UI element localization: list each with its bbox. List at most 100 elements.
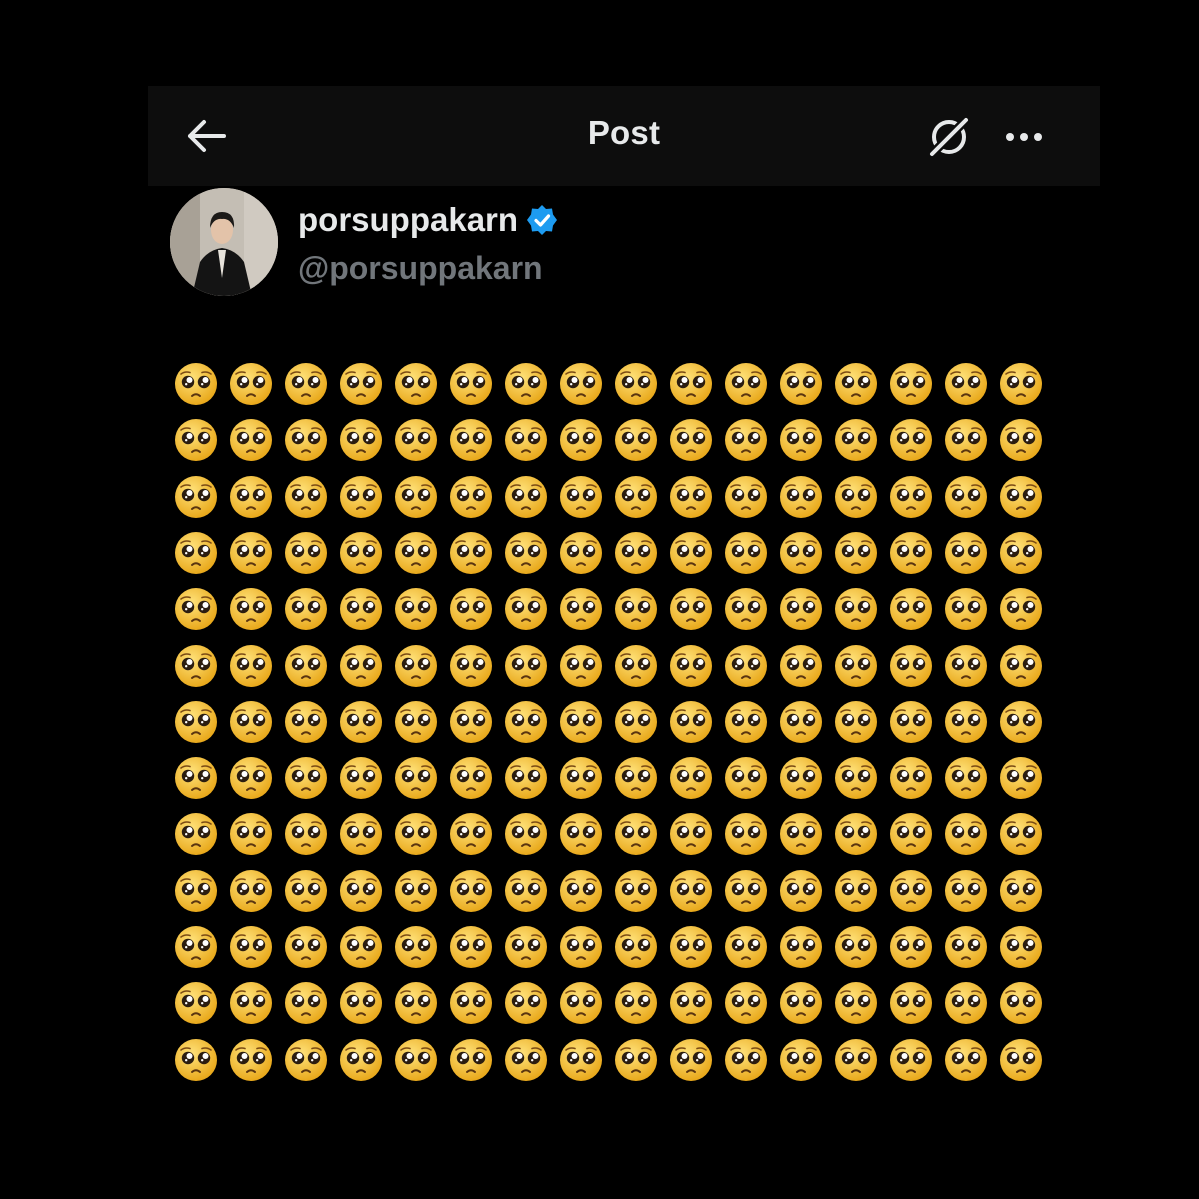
pleading-face-icon [722,754,770,802]
pleading-face-icon [887,979,935,1027]
pleading-face-icon [172,754,220,802]
pleading-face-icon [832,923,880,971]
pleading-face-icon [392,698,440,746]
pleading-face-icon [227,473,275,521]
pleading-face-icon [942,1036,990,1084]
pleading-face-icon [777,360,825,408]
pleading-face-icon [667,416,715,464]
pleading-face-icon [172,585,220,633]
pleading-face-icon [337,360,385,408]
pleading-face-icon [282,642,330,690]
pleading-face-icon [777,754,825,802]
pleading-face-icon [997,754,1045,802]
pleading-face-icon [282,416,330,464]
pleading-face-icon [667,360,715,408]
pleading-face-icon [392,360,440,408]
pleading-face-icon [777,867,825,915]
pleading-face-icon [392,473,440,521]
grok-icon[interactable] [926,114,972,160]
pleading-face-icon [337,416,385,464]
pleading-face-icon [942,979,990,1027]
pleading-face-icon [832,416,880,464]
pleading-face-icon [997,360,1045,408]
pleading-face-icon [337,642,385,690]
pleading-face-icon [887,698,935,746]
pleading-face-icon [777,1036,825,1084]
pleading-face-icon [832,642,880,690]
pleading-face-icon [447,416,495,464]
pleading-face-icon [667,810,715,858]
pleading-face-icon [392,529,440,577]
pleading-face-icon [942,642,990,690]
pleading-face-icon [942,360,990,408]
pleading-face-icon [172,867,220,915]
pleading-face-icon [282,1036,330,1084]
author-display-name[interactable]: porsuppakarn [298,201,518,239]
pleading-face-icon [282,360,330,408]
pleading-face-icon [887,867,935,915]
pleading-face-icon [172,1036,220,1084]
post-header: Post [148,86,1100,186]
pleading-face-icon [887,810,935,858]
pleading-face-icon [722,867,770,915]
pleading-face-icon [557,416,605,464]
pleading-face-icon [447,473,495,521]
pleading-face-icon [777,698,825,746]
pleading-face-icon [722,585,770,633]
pleading-face-icon [942,416,990,464]
pleading-face-icon [612,867,660,915]
pleading-face-icon [832,979,880,1027]
pleading-face-icon [172,416,220,464]
pleading-face-icon [227,416,275,464]
pleading-face-icon [172,642,220,690]
pleading-face-icon [337,867,385,915]
pleading-face-icon [502,698,550,746]
pleading-face-icon [887,529,935,577]
pleading-face-icon [502,360,550,408]
pleading-face-icon [172,529,220,577]
pleading-face-icon [887,642,935,690]
pleading-face-icon [447,810,495,858]
pleading-face-icon [667,473,715,521]
pleading-face-icon [557,473,605,521]
pleading-face-icon [282,867,330,915]
pleading-face-icon [557,1036,605,1084]
pleading-face-icon [612,360,660,408]
pleading-face-icon [447,754,495,802]
avatar[interactable] [170,188,278,296]
pleading-face-icon [667,867,715,915]
pleading-face-icon [612,1036,660,1084]
pleading-face-icon [337,979,385,1027]
pleading-face-icon [777,585,825,633]
pleading-face-icon [942,698,990,746]
author-name-row[interactable]: porsuppakarn [298,200,558,240]
pleading-face-icon [502,642,550,690]
pleading-face-icon [282,698,330,746]
pleading-face-icon [227,529,275,577]
pleading-face-icon [172,810,220,858]
pleading-face-icon [557,754,605,802]
pleading-face-icon [227,360,275,408]
pleading-face-icon [667,754,715,802]
pleading-face-icon [447,1036,495,1084]
pleading-face-icon [282,585,330,633]
more-horizontal-icon[interactable] [998,114,1050,160]
pleading-face-icon [227,810,275,858]
pleading-face-icon [832,1036,880,1084]
pleading-face-icon [557,529,605,577]
pleading-face-icon [942,923,990,971]
pleading-face-icon [502,1036,550,1084]
pleading-face-icon [447,585,495,633]
pleading-face-icon [557,360,605,408]
pleading-face-icon [667,923,715,971]
pleading-face-icon [227,585,275,633]
pleading-face-icon [612,979,660,1027]
pleading-face-icon [227,867,275,915]
pleading-face-icon [722,473,770,521]
pleading-face-icon [722,1036,770,1084]
author-handle[interactable]: @porsuppakarn [298,250,543,287]
pleading-face-icon [997,810,1045,858]
pleading-face-icon [227,1036,275,1084]
pleading-face-icon [667,585,715,633]
pleading-face-icon [997,642,1045,690]
